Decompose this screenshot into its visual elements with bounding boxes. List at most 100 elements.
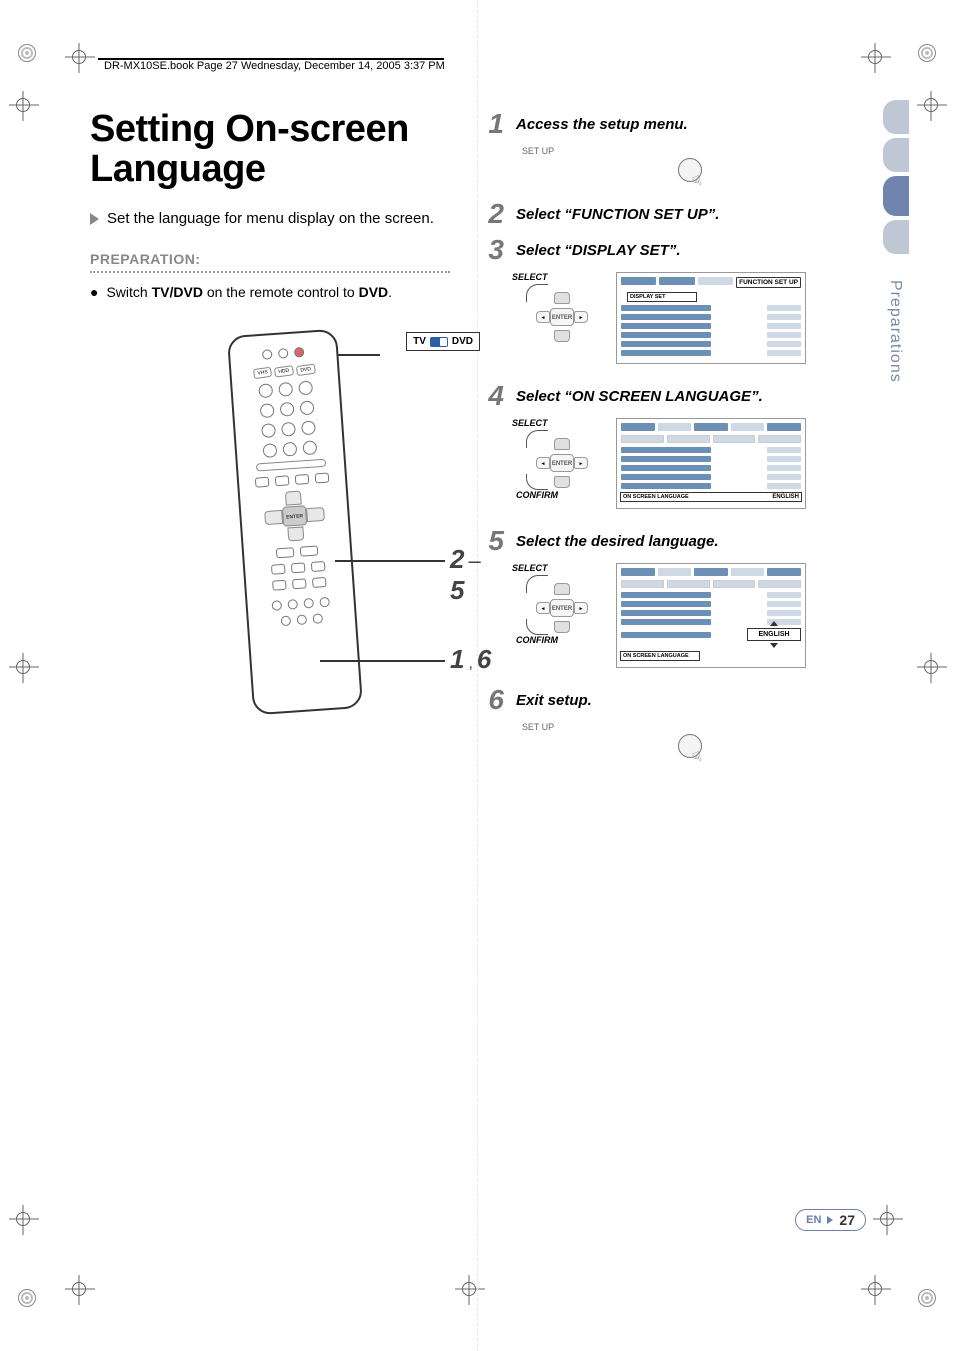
menu-row-value: ENGLISH [772,494,799,500]
section-label: Preparations [886,280,904,383]
dpad-down-icon [554,330,570,342]
thumb-tab-active [883,176,909,216]
step-number: 3 [480,236,504,264]
select-label: SELECT [512,563,548,573]
dpad-up-icon [554,438,570,450]
dpad-enter: ENTER [550,454,574,472]
language-dropdown: ENGLISH [747,628,801,641]
hand-press-icon: ☟ [690,172,704,191]
dpad-left-icon: ◄ [536,311,550,323]
page-number-pill: EN 27 [795,1209,866,1231]
step-row: 4 Select “ON SCREEN LANGUAGE”. [480,382,860,410]
callout-line [335,560,445,562]
setup-button-icon: ☟ [678,158,702,182]
step-number: 6 [480,686,504,714]
tv-label: TV [413,336,426,347]
step-text: Select “ON SCREEN LANGUAGE”. [516,382,763,405]
crop-target-icon [868,50,882,64]
step-text: Access the setup menu. [516,110,688,133]
dropdown-value: ENGLISH [758,631,789,638]
thumb-tab [883,138,909,172]
hand-press-icon: ☟ [690,748,704,767]
menu-row-highlight: DISPLAY SET [630,294,665,300]
step-number: 2 [480,200,504,228]
step-range-callout: 2–5 [450,544,485,606]
dpad-up-icon [554,292,570,304]
remote-body: VHS HDD DVD ENTER [227,329,363,716]
step-row: 2 Select “FUNCTION SET UP”. [480,200,860,228]
menu-screenshot: ENGLISH ON SCREEN LANGUAGE [616,563,806,668]
step-text: Select “DISPLAY SET”. [516,236,681,259]
setup-button-icon: ☟ [678,734,702,758]
dvd-label: DVD [452,336,473,347]
crop-target-icon [72,50,86,64]
crop-ornament-icon [918,44,936,62]
triangle-right-icon [827,1216,833,1224]
thumb-tab [883,220,909,254]
step5-figure: SELECT ◄ ► ENTER CONFIRM [516,563,860,668]
dpad-diagram: SELECT ◄ ► ENTER CONFIRM [516,418,586,508]
setup-button-figure: SET UP ☟ [520,146,860,182]
curve-line [526,619,548,635]
crop-target-icon [880,1212,894,1226]
section-thumb-tabs [883,100,909,254]
crop-target-icon [924,98,938,112]
chevron-up-icon [770,621,778,626]
menu-screenshot: FUNCTION SET UP DISPLAY SET [616,272,806,364]
curve-line [526,474,548,490]
crop-target-icon [462,1282,476,1296]
crop-target-icon [16,1212,30,1226]
dpad-right-icon: ► [574,311,588,323]
confirm-label: CONFIRM [516,635,558,645]
page-title: Setting On-screen Language [90,110,450,190]
dpad-enter: ENTER [550,599,574,617]
step-row: 1 Access the setup menu. [480,110,860,138]
dpad-up-icon [554,583,570,595]
footer-page: 27 [839,1212,855,1228]
crop-ornament-icon [18,44,36,62]
crop-target-icon [72,1282,86,1296]
remote-illustration: TV DVD VHS HDD DVD [190,332,450,732]
intro-text: Set the language for menu display on the… [90,208,450,229]
select-label: SELECT [512,418,548,428]
switch-icon [430,337,448,347]
step-number: 4 [480,382,504,410]
tv-dvd-switch-callout: TV DVD [406,332,480,351]
step-row: 3 Select “DISPLAY SET”. [480,236,860,264]
dpad-right-icon: ► [574,457,588,469]
chevron-down-icon [770,643,778,648]
dpad-left-icon: ◄ [536,602,550,614]
step-row: 6 Exit setup. [480,686,860,714]
bullet-triangle-icon [90,213,99,225]
step-row: 5 Select the desired language. [480,527,860,555]
setup-label: SET UP [520,722,556,732]
crop-ornament-icon [18,1289,36,1307]
menu-tab-highlight: FUNCTION SET UP [736,277,801,288]
step-text: Exit setup. [516,686,592,709]
menu-row-label: ON SCREEN LANGUAGE [623,494,689,500]
dpad-keys: ◄ ► ENTER [534,292,590,342]
crop-target-icon [16,660,30,674]
step-text: Select the desired language. [516,527,719,550]
setup-button-figure: SET UP ☟ [520,722,860,758]
select-label: SELECT [512,272,548,282]
dotted-rule [90,271,450,273]
thumb-tab [883,100,909,134]
step-range-callout: 1,6 [450,644,491,675]
setup-label: SET UP [520,146,556,156]
dpad-right-icon: ► [574,602,588,614]
dpad-diagram: SELECT ◄ ► ENTER [516,272,586,352]
dpad-diagram: SELECT ◄ ► ENTER CONFIRM [516,563,586,653]
dpad-left-icon: ◄ [536,457,550,469]
menu-screenshot: ON SCREEN LANGUAGE ENGLISH [616,418,806,509]
dpad-down-icon [554,476,570,488]
bullet-icon: ● [90,283,98,303]
step3-figure: SELECT ◄ ► ENTER FUNCTION SET UP DISPLAY… [516,272,860,364]
preparation-item: ● Switch TV/DVD on the remote control to… [90,283,450,303]
preparation-heading: PREPARATION: [90,251,450,267]
remote-dpad: ENTER [263,489,326,543]
step4-figure: SELECT ◄ ► ENTER CONFIRM [516,418,860,509]
preparation-text: Switch TV/DVD on the remote control to D… [106,283,392,303]
header-source-line: DR-MX10SE.book Page 27 Wednesday, Decemb… [104,60,445,72]
callout-line [320,660,445,662]
